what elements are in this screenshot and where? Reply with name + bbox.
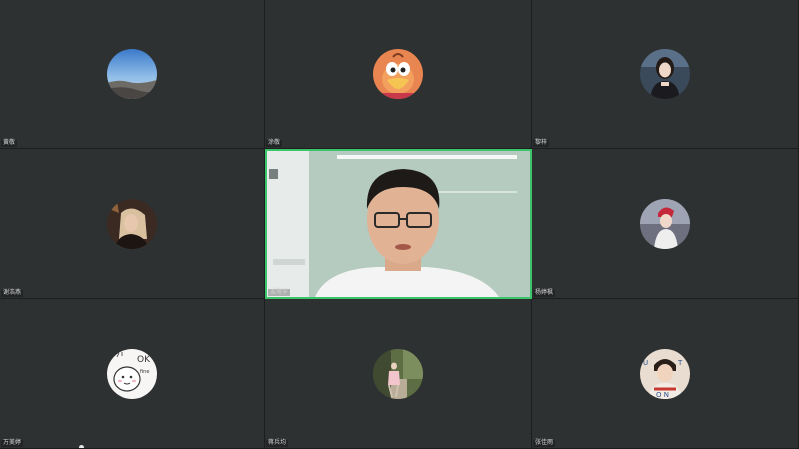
svg-text:U: U [643,359,648,367]
pointer-indicator [79,445,84,448]
participant-tile[interactable]: U T O N 张佳雨 [532,299,799,449]
participant-name: 蒋兵均 [266,440,289,447]
participant-tile[interactable]: 谢浩燕 [0,149,265,299]
girl-photo-avatar-icon [640,49,690,99]
participant-tile[interactable]: 杨婷枫 [532,149,799,299]
street-photo-avatar-icon [373,348,423,399]
participant-name: 谢浩燕 [1,290,24,297]
webcam-video-icon [267,151,530,297]
participant-tile[interactable]: 蒋兵均 [265,299,532,449]
boy-letters-avatar-icon: U T O N [640,348,690,399]
participant-name: 杨婷枫 [533,290,556,297]
participant-tile[interactable]: OK fine 万美婷 [0,299,265,449]
participant-name: 万美婷 [1,440,24,447]
participant-tile[interactable]: 黎梓 [532,0,799,149]
participant-name: 涂敬 [266,140,283,147]
active-speaker-video[interactable]: 孟常宇 [265,149,532,299]
cartoon-duck-avatar-icon [373,49,423,99]
svg-text:fine: fine [140,369,149,375]
participant-tile[interactable]: 黄敬 [0,0,265,149]
participant-name: 孟常宇 [268,289,291,296]
participant-name: 张佳雨 [533,440,556,447]
svg-text:T: T [677,359,683,367]
mountain-sky-avatar-icon [107,49,157,99]
svg-text:OK: OK [137,355,151,365]
participant-name: 黄敬 [1,140,18,147]
ok-cartoon-avatar-icon: OK fine [107,348,157,399]
video-grid: 黄敬 涂敬 黎梓 谢浩燕 孟常宇 杨婷枫 OK fine 万美婷 蒋兵均 U T… [0,0,799,449]
participant-tile[interactable]: 涂敬 [265,0,532,149]
girl-red-hat-avatar-icon [640,198,690,249]
blonde-girl-avatar-icon [107,198,157,249]
svg-text:O N: O N [656,391,669,399]
participant-name: 黎梓 [533,140,550,147]
